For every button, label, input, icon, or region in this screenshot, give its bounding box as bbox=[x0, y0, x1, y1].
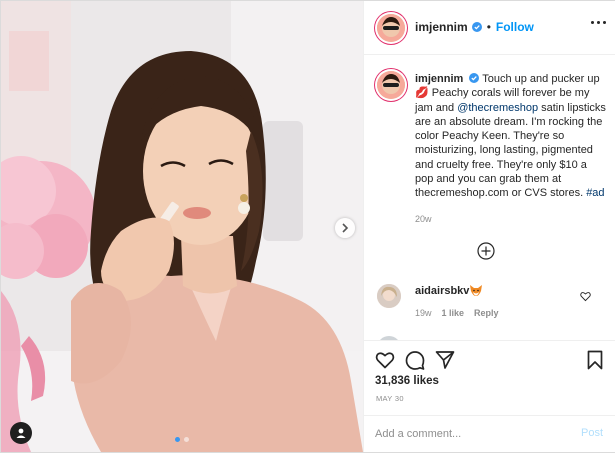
caption-author-avatar[interactable] bbox=[377, 71, 405, 99]
avatar-image bbox=[377, 284, 401, 308]
fox-emoji-icon bbox=[470, 285, 482, 296]
caption-username[interactable]: imjennim bbox=[415, 73, 463, 85]
bookmark-icon[interactable] bbox=[585, 350, 605, 370]
likes-count[interactable]: 31,836 likes bbox=[375, 375, 439, 387]
action-bar: 31,836 likes MAY 30 bbox=[364, 340, 615, 416]
post-photo[interactable] bbox=[1, 1, 363, 452]
comment-like-heart-icon[interactable] bbox=[580, 291, 591, 302]
carousel-dot bbox=[184, 437, 189, 442]
instagram-post-modal: imjennim • Follow imjennim Touch up and … bbox=[0, 0, 615, 453]
post-caption: imjennim Touch up and pucker up 💋 Peachy… bbox=[415, 72, 607, 201]
heart-icon[interactable] bbox=[375, 350, 395, 370]
comment-likes[interactable]: 1 like bbox=[442, 308, 465, 318]
avatar-image bbox=[377, 71, 405, 99]
avatar-image bbox=[377, 14, 405, 42]
reply-button[interactable]: Reply bbox=[474, 308, 499, 318]
verified-badge-icon bbox=[469, 73, 480, 83]
comment-meta: 19w 1 like Reply bbox=[415, 308, 499, 318]
carousel-indicator bbox=[175, 437, 189, 442]
add-comment-bar: Post bbox=[364, 415, 615, 452]
user-tag-button[interactable] bbox=[10, 422, 32, 444]
author-line: imjennim • Follow bbox=[415, 20, 534, 34]
mention-link[interactable]: @thecremeshop bbox=[457, 102, 538, 114]
more-options-icon[interactable] bbox=[591, 21, 606, 24]
verified-badge-icon bbox=[471, 22, 482, 32]
caption-time-ago: 20w bbox=[415, 214, 432, 224]
post-details-panel: imjennim • Follow imjennim Touch up and … bbox=[363, 1, 615, 452]
caption-text-part2: satin lipsticks are an absolute dream. I… bbox=[415, 101, 606, 200]
comment-input[interactable] bbox=[375, 424, 565, 444]
comment-avatar[interactable] bbox=[377, 284, 401, 308]
author-avatar[interactable] bbox=[377, 14, 405, 42]
comment-time-ago: 19w bbox=[415, 308, 432, 318]
carousel-dot-active bbox=[175, 437, 180, 442]
load-more-comments-icon[interactable] bbox=[477, 242, 495, 260]
share-icon[interactable] bbox=[435, 350, 455, 370]
post-header: imjennim • Follow bbox=[364, 1, 615, 55]
follow-button[interactable]: Follow bbox=[496, 20, 534, 34]
post-comment-button[interactable]: Post bbox=[581, 427, 603, 439]
comment-icon[interactable] bbox=[405, 350, 425, 370]
hashtag-link[interactable]: #ad bbox=[586, 187, 604, 199]
post-date: MAY 30 bbox=[376, 394, 404, 403]
carousel-next-button[interactable] bbox=[335, 218, 355, 238]
comments-section: imjennim Touch up and pucker up 💋 Peachy… bbox=[364, 56, 615, 340]
chevron-right-icon bbox=[342, 223, 349, 233]
author-username[interactable]: imjennim bbox=[415, 20, 468, 34]
header-separator: • bbox=[486, 20, 491, 34]
comment-username[interactable]: aidairsbkv bbox=[415, 285, 469, 297]
user-tag-icon bbox=[16, 428, 26, 438]
photo-scene bbox=[1, 1, 363, 452]
